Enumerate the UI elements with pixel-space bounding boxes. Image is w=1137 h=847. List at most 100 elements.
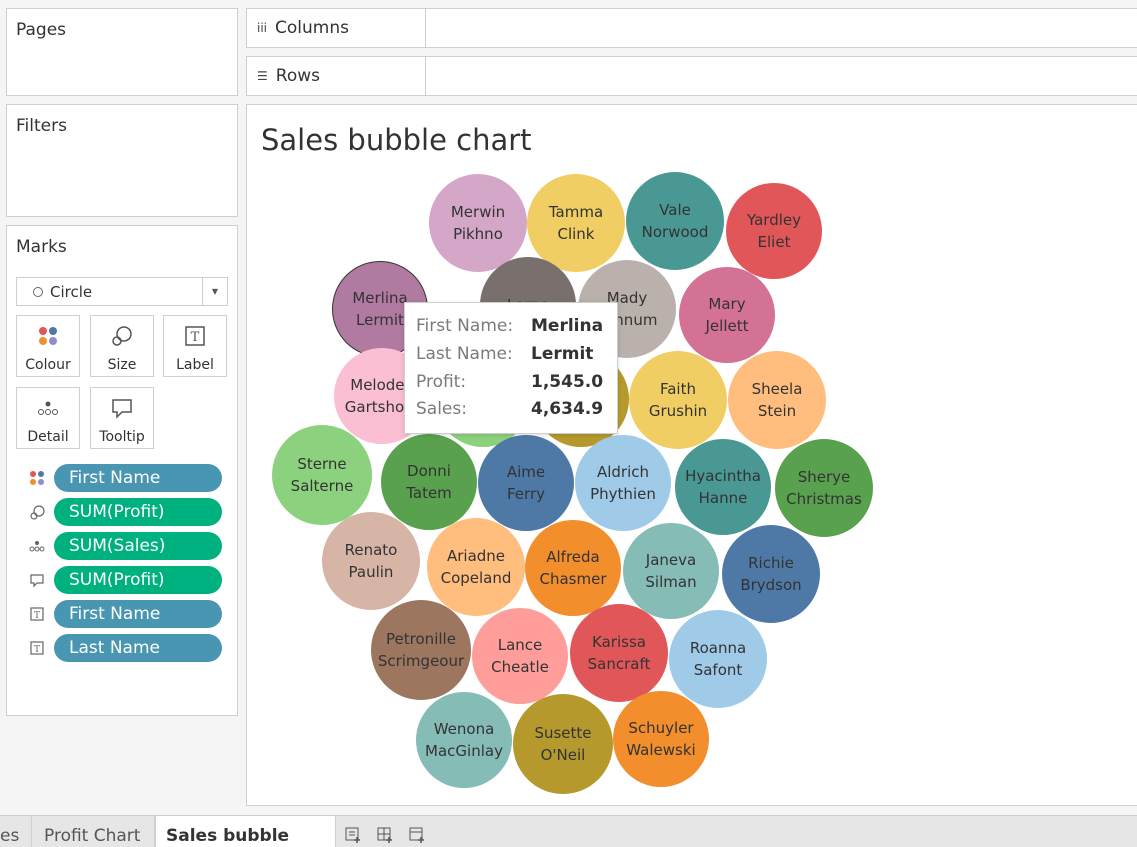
chart-view[interactable]: Sales bubble chart Merwin Pikhno Tamma Clin… <box>246 104 1137 806</box>
tooltip-button[interactable]: Tooltip <box>90 387 154 449</box>
bubble-last-name: Grushin <box>648 402 708 420</box>
rows-shelf-label: ☰ Rows <box>247 57 426 95</box>
mark-field-row: SUM(Profit) <box>16 498 230 526</box>
bubble-mark[interactable]: Ariadne Copeland <box>427 518 525 616</box>
bubble-label: Alfreda Chasmer <box>540 546 607 590</box>
bubble-last-name: Jellett <box>705 317 749 335</box>
bubble-first-name: Wenona <box>433 720 495 738</box>
sheet-tab-partial[interactable]: es <box>0 816 32 847</box>
bubble-first-name: Sheela <box>751 380 803 398</box>
bubble-label: Wenona MacGinlay <box>425 718 503 762</box>
chevron-down-icon[interactable]: ▼ <box>202 278 227 305</box>
bubble-first-name: Yardley <box>747 211 801 229</box>
bubble-mark[interactable]: Petronille Scrimgeour <box>371 600 471 700</box>
bubble-mark[interactable]: Tamma Clink <box>527 174 625 272</box>
bubble-last-name: Eliet <box>757 233 791 251</box>
bubble-mark[interactable]: Schuyler Walewski <box>613 691 709 787</box>
detail-icon <box>29 541 45 552</box>
bubble-last-name: Silman <box>645 573 697 591</box>
label-button[interactable]: T Label <box>163 315 227 377</box>
sum-profit-size-pill[interactable]: SUM(Profit) <box>54 498 222 526</box>
pages-title: Pages <box>16 20 67 40</box>
bubble-first-name: Schuyler <box>628 719 694 737</box>
bubble-mark[interactable]: Richie Brydson <box>722 525 820 623</box>
bubble-first-name: Merwin <box>450 203 506 221</box>
last-name-label-pill[interactable]: Last Name <box>54 634 222 662</box>
detail-button[interactable]: Detail <box>16 387 80 449</box>
bubble-label: Merwin Pikhno <box>451 201 505 245</box>
new-story-icon[interactable] <box>407 824 427 844</box>
rows-shelf[interactable]: ☰ Rows <box>246 56 1137 96</box>
filters-title: Filters <box>16 116 67 136</box>
bubble-label: Susette O'Neil <box>534 722 591 766</box>
bubble-mark[interactable]: Hyacintha Hanne <box>675 439 771 535</box>
bubble-mark[interactable]: Aldrich Phythien <box>575 435 671 531</box>
bubble-last-name: Copeland <box>440 569 512 587</box>
tooltip-value: Merlina <box>531 316 604 336</box>
tooltip-label: First Name: <box>416 316 514 336</box>
rows-label: Rows <box>275 66 320 86</box>
sheet-tab-sales-bubble-chart[interactable]: Sales bubble chart <box>155 816 336 847</box>
label-icon: T <box>30 641 44 655</box>
bubble-last-name: O'Neil <box>540 746 586 764</box>
bubble-mark[interactable]: Janeva Silman <box>623 523 719 619</box>
bubble-label: Hyacintha Hanne <box>685 465 761 509</box>
bubble-first-name: Karissa <box>592 633 646 651</box>
sheet-tab-profit-chart[interactable]: Profit Chart <box>32 816 155 847</box>
bubble-mark[interactable]: Alfreda Chasmer <box>525 520 621 616</box>
mark-field-row: SUM(Profit) <box>16 566 230 594</box>
first-name-colour-pill[interactable]: First Name <box>54 464 222 492</box>
bubble-label: Roanna Safont <box>690 637 746 681</box>
bubble-label: Mary Jellett <box>706 293 749 337</box>
bubble-first-name: Sherye <box>797 468 851 486</box>
bubble-last-name: Phythien <box>590 485 656 503</box>
bubble-label: Sterne Salterne <box>291 453 354 497</box>
size-button[interactable]: Size <box>90 315 154 377</box>
bubble-mark[interactable]: Faith Grushin <box>629 351 727 449</box>
bubble-last-name: Stein <box>757 402 797 420</box>
bubble-first-name: Petronille <box>386 630 456 648</box>
bubble-mark[interactable]: Vale Norwood <box>626 172 724 270</box>
bubble-mark[interactable]: Yardley Eliet <box>726 183 822 279</box>
sum-profit-tooltip-pill[interactable]: SUM(Profit) <box>54 566 222 594</box>
bubble-first-name: Vale <box>659 201 691 219</box>
bubble-first-name: Richie <box>748 554 794 572</box>
bubble-mark[interactable]: Sherye Christmas <box>775 439 873 537</box>
new-worksheet-icon[interactable] <box>343 824 363 844</box>
tooltip-label: Last Name: <box>416 344 513 364</box>
bubble-mark[interactable]: Mary Jellett <box>679 267 775 363</box>
first-name-label-pill[interactable]: First Name <box>54 600 222 628</box>
detail-button-label: Detail <box>27 429 69 445</box>
mark-field-row: T First Name <box>16 600 230 628</box>
bubble-last-name: Norwood <box>641 223 709 241</box>
bubble-last-name: Tatem <box>406 484 452 502</box>
bubble-mark[interactable]: Susette O'Neil <box>513 694 613 794</box>
new-dashboard-icon[interactable] <box>375 824 395 844</box>
bubble-mark[interactable]: Aime Ferry <box>478 435 574 531</box>
bubble-last-name: MacGinlay <box>425 742 503 760</box>
bubble-first-name: Donni <box>407 462 451 480</box>
bubble-first-name: Merlina <box>352 289 408 307</box>
bubble-mark[interactable]: Roanna Safont <box>669 610 767 708</box>
bubble-mark[interactable]: Sheela Stein <box>728 351 826 449</box>
sum-sales-detail-pill[interactable]: SUM(Sales) <box>54 532 222 560</box>
bubble-mark[interactable]: Lance Cheatle <box>472 608 568 704</box>
bubble-mark[interactable]: Renato Paulin <box>322 512 420 610</box>
filters-card[interactable]: Filters <box>6 104 238 217</box>
bubble-mark[interactable]: Karissa Sancraft <box>570 604 668 702</box>
colour-button[interactable]: Colour <box>16 315 80 377</box>
bubble-label: Karissa Sancraft <box>588 631 651 675</box>
bubble-mark[interactable]: Donni Tatem <box>381 434 477 530</box>
sheet-tab-label: Sales bubble chart <box>166 826 290 847</box>
tooltip-value: 4,634.9 <box>531 399 604 419</box>
bubble-mark[interactable]: Sterne Salterne <box>272 425 372 525</box>
sheet-tab-label: es <box>0 826 20 846</box>
columns-shelf[interactable]: iii Columns <box>246 8 1137 48</box>
mark-field-row: SUM(Sales) <box>16 532 230 560</box>
bubble-mark[interactable]: Wenona MacGinlay <box>416 692 512 788</box>
svg-text:T: T <box>34 611 40 621</box>
bubble-label: Renato Paulin <box>345 539 398 583</box>
mark-type-dropdown[interactable]: Circle ▼ <box>16 277 228 306</box>
bubble-mark[interactable]: Merwin Pikhno <box>429 174 527 272</box>
bubble-label: Faith Grushin <box>649 378 707 422</box>
